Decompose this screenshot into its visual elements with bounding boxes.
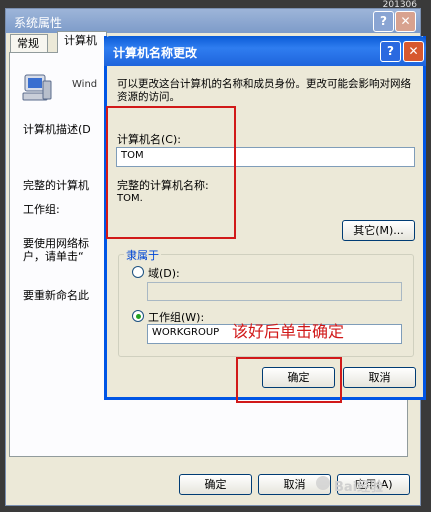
highlight-box-ok (236, 357, 342, 403)
system-properties-title: 系统属性 (14, 16, 63, 30)
workgroup-label[interactable]: 工作组(W): (148, 309, 204, 325)
other-button[interactable]: 其它(M)... (342, 220, 415, 241)
member-of-legend: 隶属于 (124, 247, 161, 263)
workgroup-label: 工作组: (23, 203, 60, 216)
dialog-close-icon[interactable]: ✕ (403, 41, 424, 62)
full-computer-name-label: 完整的计算机 (23, 179, 89, 192)
ok-button[interactable]: 确定 (179, 474, 252, 495)
dialog-intro-text: 可以更改这台计算机的名称和成员身份。更改可能会影响对网络资源的访问。 (117, 78, 411, 103)
dialog-titlebar[interactable]: 计算机名称更改 ? ✕ (104, 36, 426, 66)
close-icon[interactable]: ✕ (395, 11, 416, 32)
tab-computer-name[interactable]: 计算机 (57, 31, 107, 53)
product-text: Wind (72, 79, 98, 90)
annotation-text: 该好后单击确定 (232, 322, 345, 341)
help-icon[interactable]: ? (373, 11, 394, 32)
network-id-text-2: 户，请单击“ (23, 250, 84, 263)
computer-icon (21, 72, 53, 104)
watermark-paw-icon (316, 476, 330, 490)
dialog-help-icon[interactable]: ? (380, 41, 401, 62)
highlight-box-name (106, 106, 236, 239)
dialog-title: 计算机名称更改 (113, 46, 198, 60)
rename-text: 要重新命名此 (23, 289, 89, 302)
domain-input[interactable] (147, 282, 402, 301)
system-properties-titlebar[interactable]: 系统属性 ? ✕ (6, 9, 420, 33)
computer-description-label: 计算机描述(D (23, 123, 91, 136)
watermark-text: Bai经验 (334, 480, 384, 495)
tab-general[interactable]: 常规 (10, 34, 48, 52)
domain-label[interactable]: 域(D): (148, 265, 180, 281)
workgroup-radio[interactable] (132, 310, 144, 322)
domain-radio[interactable] (132, 266, 144, 278)
dialog-cancel-button[interactable]: 取消 (343, 367, 416, 388)
